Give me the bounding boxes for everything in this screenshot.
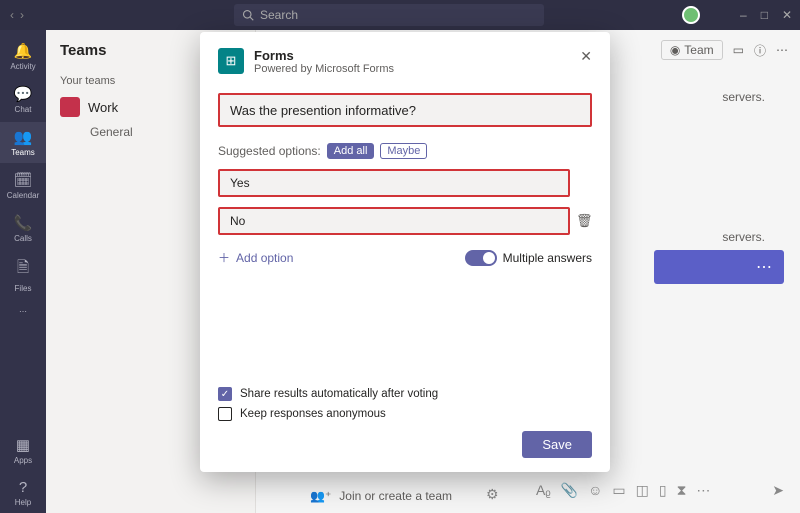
- add-option-label: Add option: [236, 251, 293, 265]
- sidebar-label: Activity: [10, 62, 35, 71]
- gif-icon[interactable]: ▭: [612, 482, 625, 499]
- grid-icon: ▦: [16, 436, 30, 454]
- modal-title: Forms: [254, 48, 394, 63]
- join-create-team[interactable]: 👥⁺ Join or create a team: [310, 489, 452, 503]
- option-text: No: [230, 214, 245, 228]
- sidebar-item-calendar[interactable]: 🗓 Calendar: [0, 165, 46, 206]
- sidebar-label: Files: [15, 284, 32, 293]
- suggested-add-all-button[interactable]: Add all: [327, 143, 375, 159]
- window-maximize-icon[interactable]: □: [761, 8, 768, 22]
- ellipsis-icon: ⋯: [756, 257, 772, 277]
- message-action-bar[interactable]: ⋯: [654, 250, 784, 284]
- save-button[interactable]: Save: [522, 431, 592, 458]
- team-avatar-icon: [60, 97, 80, 117]
- nav-back-icon[interactable]: ‹: [10, 8, 14, 22]
- plus-icon: ＋: [218, 249, 230, 266]
- join-label: Join or create a team: [339, 489, 452, 503]
- sidebar-label: Help: [15, 498, 31, 507]
- sidebar-item-files[interactable]: 🗎 Files: [0, 251, 46, 299]
- avatar[interactable]: [682, 6, 700, 24]
- join-icon: 👥⁺: [310, 489, 331, 503]
- sidebar-item-activity[interactable]: 🔔 Activity: [0, 36, 46, 77]
- titlebar: ‹ › Search – □ ✕: [0, 0, 800, 30]
- sidebar-label: Teams: [11, 148, 35, 157]
- phone-icon: 📞: [14, 214, 33, 232]
- nav-forward-icon[interactable]: ›: [20, 8, 24, 22]
- sidebar-label: Chat: [15, 105, 32, 114]
- bell-icon: 🔔: [14, 42, 33, 60]
- question-input[interactable]: Was the presention informative?: [218, 93, 592, 127]
- sticker-icon[interactable]: ◫: [636, 482, 649, 499]
- attach-icon[interactable]: 📎: [561, 482, 578, 499]
- sidebar-label: Calls: [14, 234, 32, 243]
- question-text: Was the presention informative?: [230, 103, 416, 118]
- info-icon[interactable]: ⓘ: [754, 42, 766, 59]
- forms-modal: ⊞ Forms Powered by Microsoft Forms ✕ Was…: [200, 32, 610, 472]
- stream-icon[interactable]: ⧗: [677, 482, 687, 499]
- more-icon[interactable]: ⋯: [13, 301, 33, 322]
- team-chip-label: Team: [684, 43, 713, 57]
- sidebar-item-chat[interactable]: 💬 Chat: [0, 79, 46, 120]
- send-icon[interactable]: ➤: [772, 482, 784, 499]
- gear-icon[interactable]: ⚙: [486, 486, 499, 503]
- org-icon: ◉: [670, 43, 680, 57]
- sidebar-item-help[interactable]: ? Help: [0, 473, 46, 513]
- team-chip[interactable]: ◉ Team: [661, 40, 723, 60]
- close-icon[interactable]: ✕: [580, 48, 592, 65]
- more-icon[interactable]: ⋯: [776, 43, 788, 57]
- calendar-icon: 🗓: [13, 171, 32, 189]
- add-option-button[interactable]: ＋ Add option: [218, 249, 293, 266]
- format-icon[interactable]: Aᵨ: [536, 482, 551, 499]
- meet-icon[interactable]: ▭: [733, 43, 744, 57]
- suggested-option-chip[interactable]: Maybe: [380, 143, 427, 159]
- option-input[interactable]: Yes: [218, 169, 570, 197]
- forms-app-icon: ⊞: [218, 48, 244, 74]
- file-icon: 🗎: [17, 257, 29, 282]
- sidebar-label: Apps: [14, 456, 32, 465]
- teams-icon: 👥: [14, 128, 33, 146]
- share-results-checkbox[interactable]: ✓: [218, 387, 232, 401]
- sidebar-label: Calendar: [7, 191, 39, 200]
- bg-msg-fragment: servers.: [722, 230, 765, 244]
- keep-anonymous-label: Keep responses anonymous: [240, 408, 386, 420]
- emoji-icon[interactable]: ☺: [588, 482, 602, 499]
- chat-icon: 💬: [14, 85, 33, 103]
- search-icon: [242, 9, 254, 21]
- share-results-label: Share results automatically after voting: [240, 388, 438, 400]
- sidebar-item-calls[interactable]: 📞 Calls: [0, 208, 46, 249]
- multiple-answers-label: Multiple answers: [503, 251, 592, 265]
- left-rail: 🔔Activity 💬Chat 👥Teams 🗓Calendar 📞Calls …: [0, 30, 46, 513]
- multiple-answers-toggle[interactable]: [465, 250, 497, 266]
- keep-anonymous-checkbox[interactable]: [218, 407, 232, 421]
- meet-now-icon[interactable]: ▯: [659, 482, 667, 499]
- bg-msg-fragment: servers.: [722, 90, 765, 104]
- help-icon: ?: [19, 479, 27, 496]
- window-close-icon[interactable]: ✕: [782, 8, 792, 22]
- window-minimize-icon[interactable]: –: [740, 8, 747, 22]
- team-name: Work: [88, 100, 118, 115]
- compose-bar: Aᵨ 📎 ☺ ▭ ◫ ▯ ⧗ ⋯ ➤: [536, 477, 784, 503]
- more-apps-icon[interactable]: ⋯: [696, 482, 710, 499]
- suggested-label: Suggested options:: [218, 144, 321, 158]
- search-placeholder: Search: [260, 8, 298, 22]
- modal-subtitle: Powered by Microsoft Forms: [254, 63, 394, 75]
- sidebar-item-apps[interactable]: ▦ Apps: [0, 430, 46, 471]
- option-text: Yes: [230, 176, 250, 190]
- option-input[interactable]: No: [218, 207, 570, 235]
- delete-option-icon[interactable]: 🗑: [576, 213, 592, 229]
- sidebar-item-teams[interactable]: 👥 Teams: [0, 122, 46, 163]
- search-input[interactable]: Search: [234, 4, 544, 26]
